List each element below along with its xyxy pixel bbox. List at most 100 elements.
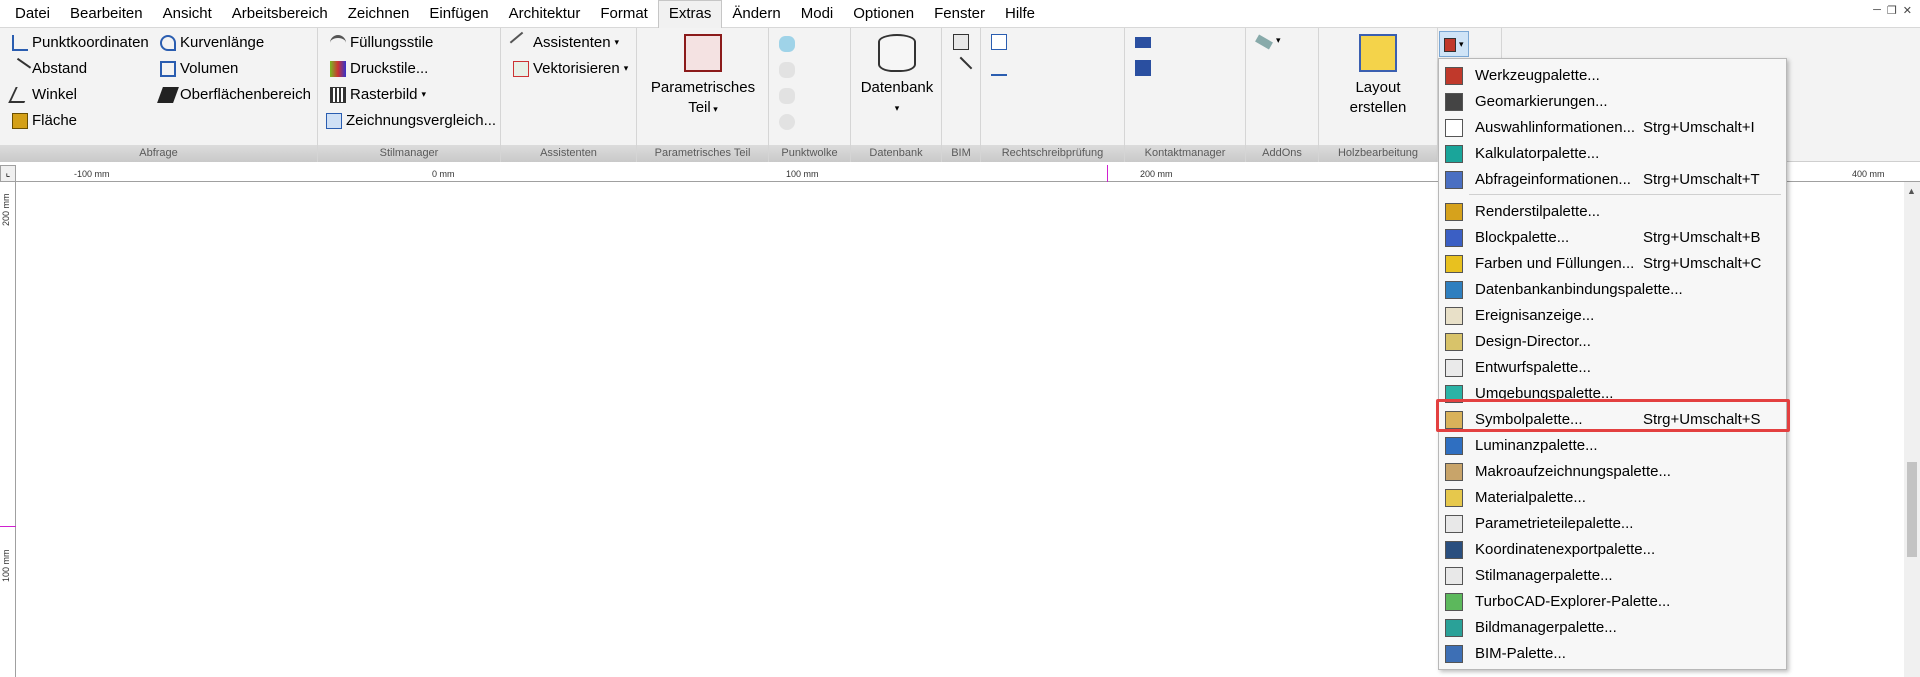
dropdown-item[interactable]: Koordinatenexportpalette... (1439, 537, 1786, 563)
dropdown-item[interactable]: Stilmanagerpalette... (1439, 563, 1786, 589)
dropdown-item[interactable]: Ereignisanzeige... (1439, 303, 1786, 329)
vektorisieren-caret-icon: ▾ (623, 63, 629, 73)
dropdown-item-label: Bildmanagerpalette... (1475, 619, 1617, 636)
dropdown-item-label: Materialpalette... (1475, 489, 1586, 506)
dropdown-item[interactable]: Auswahlinformationen... Strg+Umschalt+I (1439, 115, 1786, 141)
group-addons: ▾ AddOns (1246, 28, 1319, 162)
dropdown-item-label: Werkzeugpalette... (1475, 67, 1600, 84)
dropdown-item[interactable]: Entwurfspalette... (1439, 355, 1786, 381)
dropdown-item[interactable]: Kalkulatorpalette... (1439, 141, 1786, 167)
rasterbild-button[interactable]: Rasterbild ▾ (330, 86, 426, 103)
dropdown-item[interactable]: Werkzeugpalette... (1439, 63, 1786, 89)
address-book-icon (1135, 60, 1151, 76)
group-rechtschreibpruefung: Rechtschreibprüfung (981, 28, 1125, 162)
fuellungsstile-button[interactable]: Füllungsstile (330, 34, 433, 51)
group-footer-abfrage: Abfrage (0, 145, 317, 162)
close-icon[interactable]: ✕ (1903, 4, 1912, 17)
bim-button-2[interactable] (949, 56, 973, 80)
druckstile-button[interactable]: Druckstile... (330, 60, 428, 77)
parametric-parts-icon (1445, 515, 1463, 533)
ruler-label: 100 mm (786, 169, 819, 179)
dropdown-item[interactable]: Parametrieteilepalette... (1439, 511, 1786, 537)
minimize-icon[interactable]: ─ (1873, 4, 1881, 17)
menu-bearbeiten[interactable]: Bearbeiten (60, 0, 153, 28)
menu-architektur[interactable]: Architektur (499, 0, 591, 28)
dropdown-item-label: Kalkulatorpalette... (1475, 145, 1600, 162)
dropdown-item-label: Parametrieteilepalette... (1475, 515, 1634, 532)
vertical-ruler: 200 mm 100 mm (0, 182, 16, 677)
group-footer-datenbank: Datenbank (851, 145, 941, 162)
punktwolke-button-1[interactable] (779, 36, 795, 52)
area-icon (12, 112, 28, 129)
dropdown-item[interactable]: Bildmanagerpalette... (1439, 615, 1786, 641)
menu-format[interactable]: Format (590, 0, 658, 28)
point-cloud-disabled-icon (779, 88, 795, 104)
dropdown-item[interactable]: Design-Director... (1439, 329, 1786, 355)
vectorize-icon (513, 60, 529, 77)
scrollbar-thumb[interactable] (1907, 462, 1917, 557)
palette-dropdown-menu: Werkzeugpalette... Geomarkierungen... Ausw… (1438, 58, 1787, 670)
oberflaechenbereich-button[interactable]: Oberflächenbereich (157, 86, 311, 103)
dropdown-item[interactable]: Blockpalette... Strg+Umschalt+B (1439, 225, 1786, 251)
parametrisches-teil-caret-icon: ▾ (710, 104, 718, 114)
volumen-button[interactable]: Volumen (160, 60, 238, 77)
calculator-icon (1445, 145, 1463, 163)
menu-aendern[interactable]: Ändern (722, 0, 790, 28)
scroll-up-icon[interactable]: ▲ (1907, 186, 1916, 196)
group-footer-parametrisches-teil: Parametrisches Teil (637, 145, 768, 162)
oberflaechenbereich-label: Oberflächenbereich (180, 86, 311, 103)
dropdown-item[interactable]: Makroaufzeichnungspalette... (1439, 459, 1786, 485)
dropdown-item-shortcut: Strg+Umschalt+B (1643, 229, 1761, 246)
restore-icon[interactable]: ❐ (1887, 4, 1897, 17)
vertical-scrollbar[interactable]: ▲ (1904, 182, 1920, 677)
menu-zeichnen[interactable]: Zeichnen (338, 0, 420, 28)
render-style-icon (1445, 203, 1463, 221)
addons-button[interactable]: ▾ (1255, 34, 1281, 50)
group-footer-holzbearbeitung: Holzbearbeitung (1319, 145, 1437, 162)
dropdown-item[interactable]: TurboCAD-Explorer-Palette... (1439, 589, 1786, 615)
dropdown-item[interactable]: Luminanzpalette... (1439, 433, 1786, 459)
spellcheck-button-1[interactable] (991, 34, 1007, 50)
dropdown-item[interactable]: Farben und Füllungen... Strg+Umschalt+C (1439, 251, 1786, 277)
menu-ansicht[interactable]: Ansicht (153, 0, 222, 28)
bim-button-1[interactable] (953, 34, 969, 50)
ruler-corner[interactable]: ⌞ (0, 165, 16, 182)
dropdown-item[interactable]: Geomarkierungen... (1439, 89, 1786, 115)
palette-dropdown-button[interactable]: ▾ (1439, 31, 1469, 57)
menu-arbeitsbereich[interactable]: Arbeitsbereich (222, 0, 338, 28)
zeichnungsvergleich-button[interactable]: Zeichnungsvergleich... (326, 112, 496, 129)
datenbank-caret-icon: ▾ (894, 103, 900, 113)
kurvenlaenge-button[interactable]: Kurvenlänge (160, 34, 264, 51)
menu-extras[interactable]: Extras (657, 0, 723, 29)
menu-optionen[interactable]: Optionen (843, 0, 924, 28)
menu-hilfe[interactable]: Hilfe (995, 0, 1045, 28)
menu-datei[interactable]: Datei (5, 0, 60, 28)
dropdown-item[interactable]: Datenbankanbindungspalette... (1439, 277, 1786, 303)
spellcheck-button-2[interactable] (991, 60, 1007, 76)
satellite-icon (1255, 34, 1273, 50)
winkel-button[interactable]: Winkel (8, 86, 77, 103)
datenbank-button[interactable]: Datenbank ▾ (857, 34, 937, 118)
kontakt-button-2[interactable] (1135, 60, 1151, 76)
group-footer-addons: AddOns (1246, 145, 1318, 162)
vektorisieren-button[interactable]: Vektorisieren ▾ (513, 60, 628, 77)
parametrisches-teil-button[interactable]: Parametrisches Teil ▾ (645, 34, 761, 119)
dropdown-item[interactable]: Abfrageinformationen... Strg+Umschalt+T (1439, 167, 1786, 193)
menu-einfuegen[interactable]: Einfügen (419, 0, 498, 28)
dropdown-item[interactable]: Renderstilpalette... (1439, 199, 1786, 225)
dropdown-item-label: Geomarkierungen... (1475, 93, 1608, 110)
abstand-button[interactable]: Abstand (8, 57, 87, 80)
dropdown-item[interactable]: Materialpalette... (1439, 485, 1786, 511)
kontakt-button-1[interactable] (1135, 34, 1151, 48)
dropdown-item-shortcut: Strg+Umschalt+T (1643, 171, 1760, 188)
menu-fenster[interactable]: Fenster (924, 0, 995, 28)
punktkoordinaten-button[interactable]: Punktkoordinaten (12, 34, 149, 51)
point-cloud-disabled-icon (779, 114, 795, 130)
dropdown-item[interactable]: BIM-Palette... (1439, 641, 1786, 667)
menu-modi[interactable]: Modi (791, 0, 844, 28)
layout-erstellen-button[interactable]: Layout erstellen (1325, 34, 1431, 118)
assistenten-button[interactable]: Assistenten ▾ (509, 31, 619, 54)
dropdown-item-label: Farben und Füllungen... (1475, 255, 1635, 272)
dropdown-item-label: Datenbankanbindungspalette... (1475, 281, 1683, 298)
flaeche-button[interactable]: Fläche (12, 112, 77, 129)
